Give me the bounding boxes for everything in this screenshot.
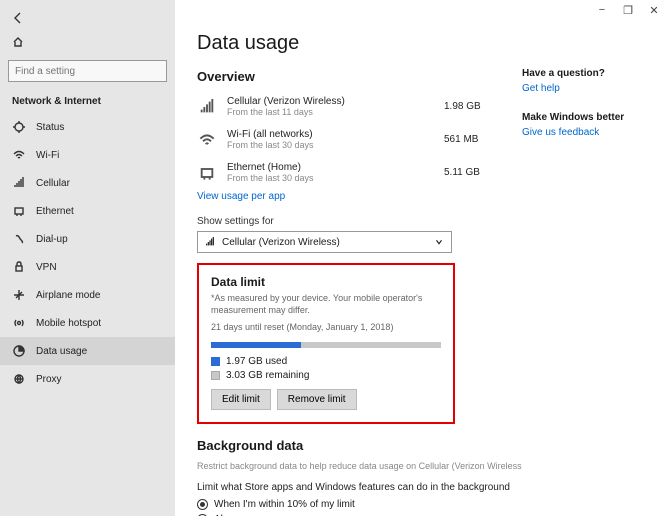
sidebar-heading: Network & Internet [0, 86, 175, 113]
cellular-icon [197, 97, 217, 117]
overview-name: Wi-Fi (all networks) [227, 129, 434, 140]
sidebar-item-cellular[interactable]: Cellular [0, 169, 175, 197]
ethernet-icon [197, 163, 217, 183]
minimize-button[interactable]: − [596, 4, 608, 16]
wifi-icon [197, 130, 217, 150]
close-button[interactable]: ✕ [648, 4, 660, 16]
radio-option-within10[interactable]: When I'm within 10% of my limit [197, 499, 522, 510]
search-wrap [0, 56, 175, 86]
sidebar-item-vpn[interactable]: VPN [0, 253, 175, 281]
restore-button[interactable]: ❐ [622, 4, 634, 16]
main-area: − ❐ ✕ Data usage Overview Cellular (Veri… [175, 0, 670, 516]
proxy-icon [12, 372, 26, 386]
sidebar-item-label: Ethernet [36, 206, 74, 217]
cellular-icon [204, 236, 216, 248]
remaining-swatch [211, 371, 220, 380]
ethernet-icon [12, 204, 26, 218]
hotspot-icon [12, 316, 26, 330]
back-button[interactable] [10, 10, 26, 26]
sidebar-item-label: Mobile hotspot [36, 318, 101, 329]
used-label: 1.97 GB used [226, 356, 287, 367]
background-note: Restrict background data to help reduce … [197, 461, 522, 473]
radio-icon [197, 499, 208, 510]
remaining-label: 3.03 GB remaining [226, 370, 309, 381]
background-question: Limit what Store apps and Windows featur… [197, 481, 522, 494]
sidebar-item-label: Status [36, 122, 64, 133]
data-limit-reset: 21 days until reset (Monday, January 1, … [211, 322, 441, 332]
settings-for-dropdown[interactable]: Cellular (Verizon Wireless) [197, 231, 452, 253]
sidebar: Network & Internet Status Wi-Fi Cellular… [0, 0, 175, 516]
question-heading: Have a question? [522, 68, 652, 79]
progress-fill [211, 342, 301, 348]
cellular-icon [12, 176, 26, 190]
data-limit-note: *As measured by your device. Your mobile… [211, 293, 441, 316]
sidebar-item-label: VPN [36, 262, 57, 273]
overview-value: 5.11 GB [444, 167, 504, 178]
background-heading: Background data [197, 438, 522, 453]
data-limit-title: Data limit [211, 275, 441, 289]
search-input[interactable] [8, 60, 167, 82]
overview-value: 1.98 GB [444, 101, 504, 112]
airplane-icon [12, 288, 26, 302]
sidebar-item-airplane[interactable]: Airplane mode [0, 281, 175, 309]
data-limit-section: Data limit *As measured by your device. … [197, 263, 455, 424]
feedback-link[interactable]: Give us feedback [522, 127, 652, 138]
sidebar-item-label: Cellular [36, 178, 70, 189]
status-icon [12, 120, 26, 134]
overview-name: Ethernet (Home) [227, 162, 434, 173]
chevron-down-icon [433, 236, 445, 248]
overview-row-wifi: Wi-Fi (all networks) From the last 30 da… [197, 125, 504, 158]
content: Data usage Overview Cellular (Verizon Wi… [197, 8, 522, 516]
page-title: Data usage [197, 32, 504, 55]
wifi-icon [12, 148, 26, 162]
right-column: Have a question? Get help Make Windows b… [522, 8, 652, 516]
sidebar-item-label: Wi-Fi [36, 150, 59, 161]
overview-value: 561 MB [444, 134, 504, 145]
sidebar-item-label: Airplane mode [36, 290, 100, 301]
view-usage-link[interactable]: View usage per app [197, 191, 504, 202]
overview-heading: Overview [197, 69, 504, 84]
background-data-section: Background data Restrict background data… [197, 438, 522, 516]
overview-row-ethernet: Ethernet (Home) From the last 30 days 5.… [197, 158, 504, 191]
used-legend: 1.97 GB used [211, 356, 441, 367]
get-help-link[interactable]: Get help [522, 83, 652, 94]
sidebar-item-label: Proxy [36, 374, 62, 385]
sidebar-item-label: Dial-up [36, 234, 68, 245]
remove-limit-button[interactable]: Remove limit [277, 389, 357, 410]
sidebar-item-hotspot[interactable]: Mobile hotspot [0, 309, 175, 337]
sidebar-item-status[interactable]: Status [0, 113, 175, 141]
used-swatch [211, 357, 220, 366]
feedback-heading: Make Windows better [522, 112, 652, 123]
overview-name: Cellular (Verizon Wireless) [227, 96, 434, 107]
vpn-icon [12, 260, 26, 274]
sidebar-item-datausage[interactable]: Data usage [0, 337, 175, 365]
dropdown-value: Cellular (Verizon Wireless) [216, 237, 433, 248]
dialup-icon [12, 232, 26, 246]
remaining-legend: 3.03 GB remaining [211, 370, 441, 381]
overview-sub: From the last 11 days [227, 107, 434, 117]
overview-row-cellular: Cellular (Verizon Wireless) From the las… [197, 92, 504, 125]
datausage-icon [12, 344, 26, 358]
sidebar-item-wifi[interactable]: Wi-Fi [0, 141, 175, 169]
overview-sub: From the last 30 days [227, 173, 434, 183]
home-icon[interactable] [10, 34, 26, 50]
window-controls: − ❐ ✕ [596, 4, 660, 16]
sidebar-item-dialup[interactable]: Dial-up [0, 225, 175, 253]
edit-limit-button[interactable]: Edit limit [211, 389, 271, 410]
overview-sub: From the last 30 days [227, 140, 434, 150]
sidebar-item-proxy[interactable]: Proxy [0, 365, 175, 393]
sidebar-item-label: Data usage [36, 346, 87, 357]
settings-for-label: Show settings for [197, 216, 504, 227]
data-limit-progress [211, 342, 441, 348]
sidebar-item-ethernet[interactable]: Ethernet [0, 197, 175, 225]
radio-label: When I'm within 10% of my limit [214, 499, 355, 510]
